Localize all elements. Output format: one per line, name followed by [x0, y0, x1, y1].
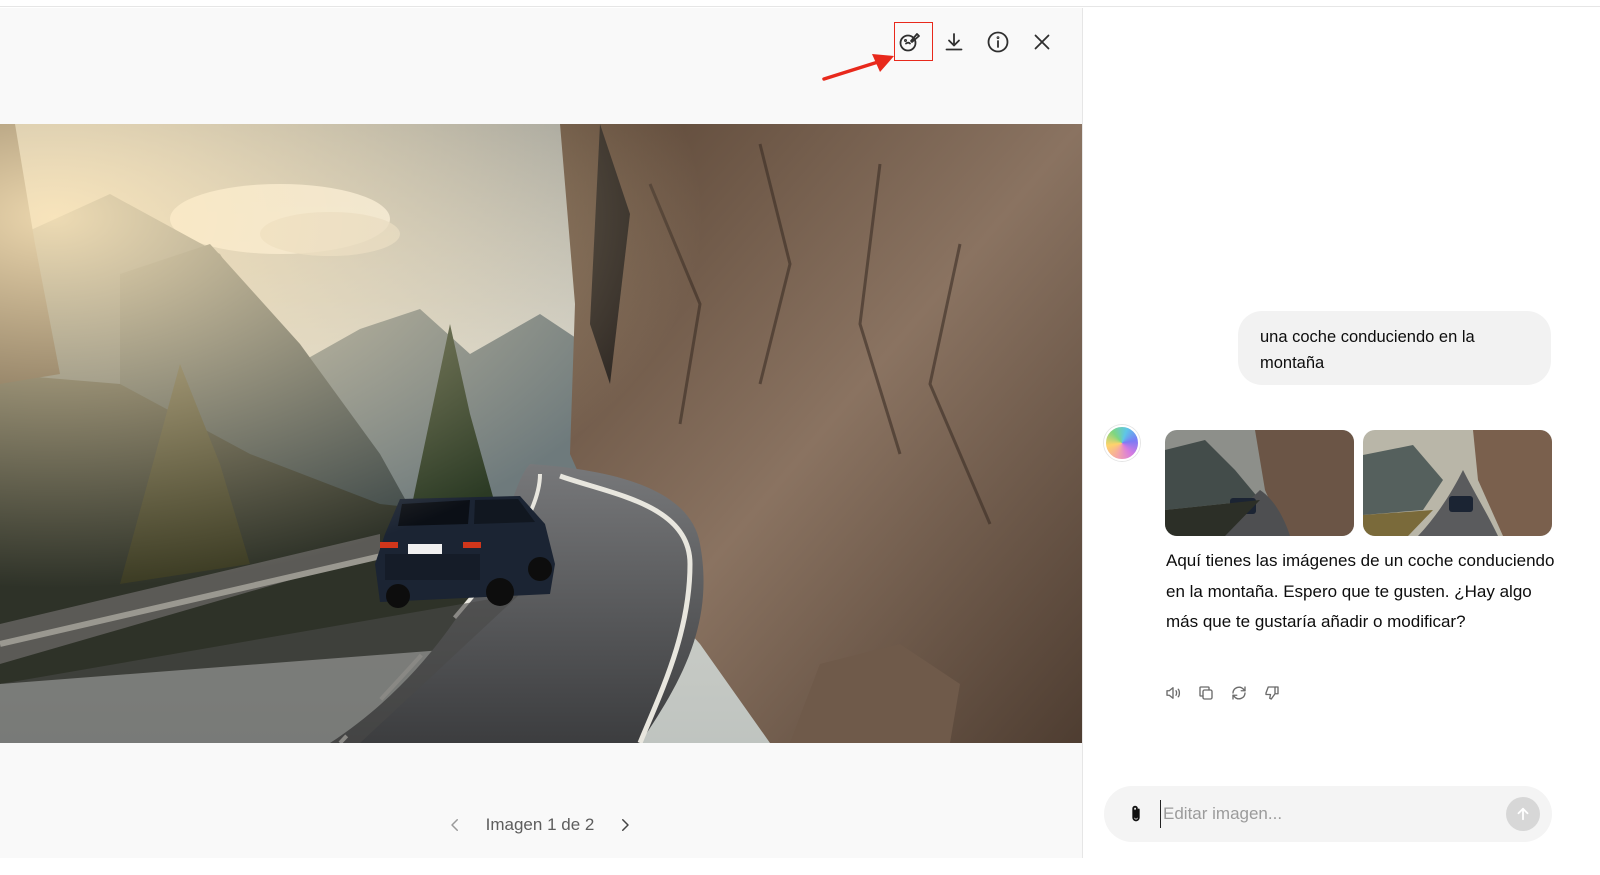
mountain-road-thumbnail-2[interactable]: [1363, 430, 1552, 536]
chevron-right-icon: [621, 819, 629, 831]
message-actions: [1160, 680, 1292, 706]
regenerate-icon: [1232, 686, 1246, 700]
close-button[interactable]: [1022, 22, 1062, 62]
generated-images: [1165, 430, 1553, 536]
thumbs-down-icon: [1265, 686, 1279, 700]
image-pager: Imagen 1 de 2: [440, 810, 640, 840]
read-aloud-button[interactable]: [1160, 680, 1186, 706]
send-arrow-icon: [1517, 807, 1529, 821]
send-button[interactable]: [1506, 797, 1540, 831]
regenerate-button[interactable]: [1226, 680, 1252, 706]
copy-icon: [1199, 686, 1213, 700]
download-icon: [945, 33, 963, 51]
user-message: una coche conduciendo en la montaña: [1238, 311, 1551, 385]
next-image-button[interactable]: [610, 810, 640, 840]
paperclip-icon: [1132, 805, 1140, 822]
read-aloud-icon: [1166, 687, 1181, 699]
copy-button[interactable]: [1193, 680, 1219, 706]
attach-button[interactable]: [1122, 800, 1150, 828]
previous-image-button[interactable]: [440, 810, 470, 840]
info-icon: [987, 31, 1009, 53]
message-composer: [1104, 786, 1552, 842]
pager-label: Imagen 1 de 2: [485, 815, 595, 834]
info-button[interactable]: [978, 22, 1018, 62]
edit-image-input[interactable]: [1160, 800, 1490, 828]
top-border: [0, 0, 1600, 7]
thumbs-down-button[interactable]: [1259, 680, 1285, 706]
mountain-road-thumbnail-1[interactable]: [1165, 430, 1354, 536]
chevron-left-icon: [451, 819, 458, 831]
download-button[interactable]: [934, 22, 974, 62]
assistant-avatar: [1104, 425, 1140, 461]
assistant-message: Aquí tienes las imágenes de un coche con…: [1166, 551, 1555, 631]
close-icon: [1034, 34, 1050, 50]
annotation-arrow: [822, 54, 894, 81]
mountain-road-suv-image: [0, 124, 1082, 743]
